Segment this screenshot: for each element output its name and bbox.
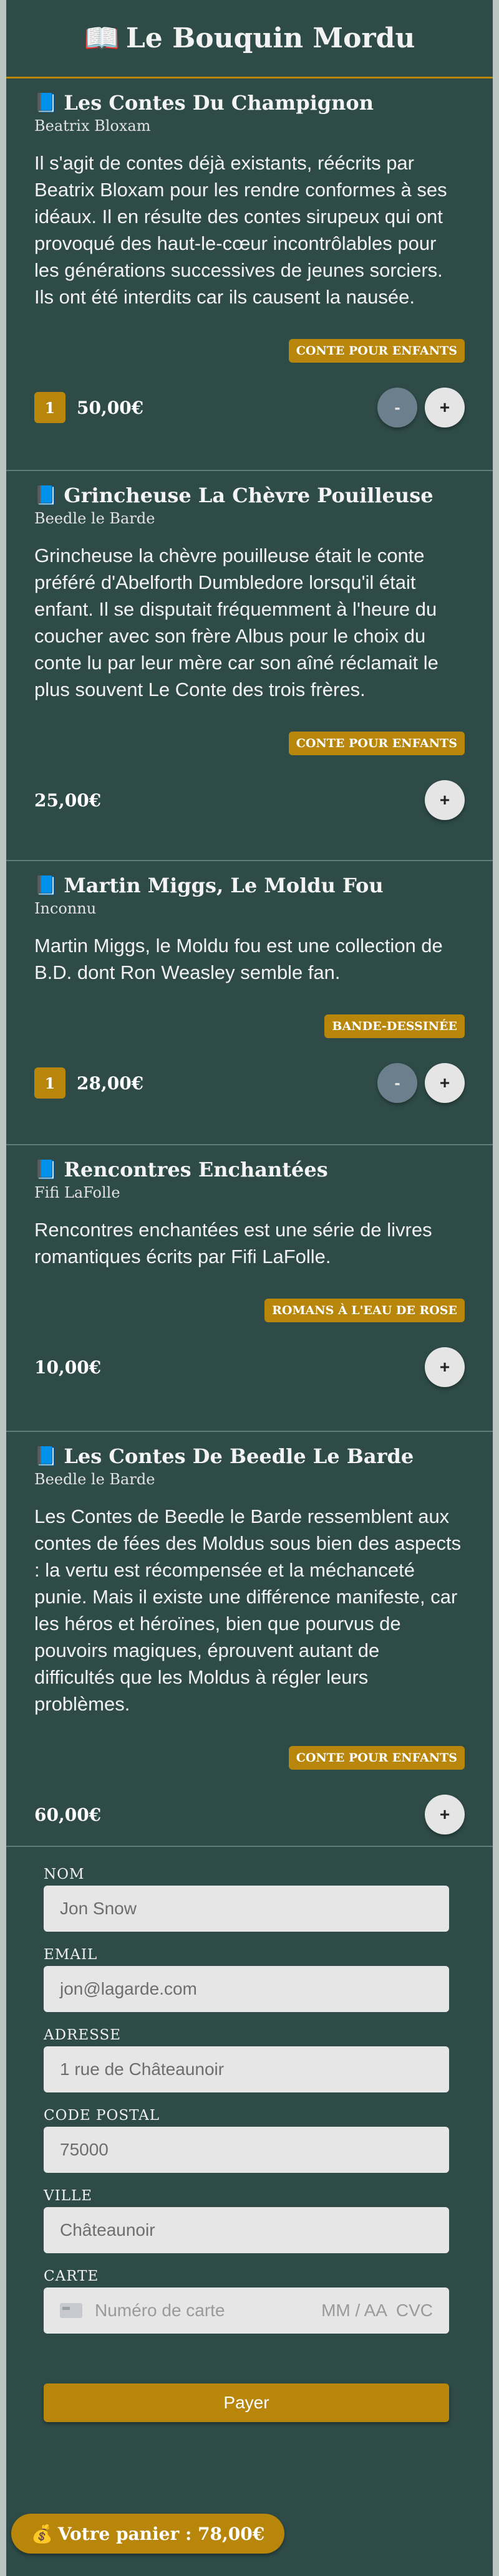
name-field[interactable]: Jon Snow [44,1886,449,1932]
app-title: Le Bouquin Mordu [125,22,415,54]
name-label: NOM [44,1866,85,1882]
product-description: Rencontres enchantées est une série de l… [34,1219,432,1267]
open-book-icon: 📖 [84,22,120,54]
product-description: Grincheuse la chèvre pouilleuse était le… [34,545,438,700]
category-tag: BANDE-DESSINÉE [324,1014,465,1038]
product-price: 10,00€ [34,1357,102,1378]
category-tag: CONTE POUR ENFANTS [288,732,465,755]
address-field[interactable]: 1 rue de Châteaunoir [44,2046,449,2092]
product-price: 28,00€ [77,1072,144,1094]
quantity-badge: 1 [34,392,65,423]
add-to-cart-button[interactable]: + [425,1347,465,1387]
quantity-badge: 1 [34,1067,65,1099]
cart-total-button[interactable]: 💰 Votre panier : 78,00€ [11,2514,285,2554]
product-author: Beedle le Barde [34,510,155,527]
product-price: 25,00€ [34,789,102,811]
product-title: Les Contes De Beedle Le Barde [64,1444,414,1468]
add-to-cart-button[interactable]: + [425,1063,465,1103]
address-label: ADRESSE [44,2027,122,2043]
app-container: 📖 Le Bouquin Mordu 📘 Les Contes Du Champ… [6,0,493,2576]
money-bag-icon: 💰 [31,2523,53,2544]
product-card: 📘 Grincheuse La Chèvre Pouilleuse Beedle… [6,471,493,861]
product-title-row: 📘 Rencontres Enchantées [34,1158,465,1181]
product-price: 60,00€ [34,1804,102,1825]
product-title-row: 📘 Les Contes De Beedle Le Barde [34,1444,465,1468]
product-card: 📘 Les Contes De Beedle Le Barde Beedle l… [6,1432,493,1847]
credit-card-icon [60,2303,82,2318]
product-price: 50,00€ [77,397,144,418]
card-cvc-input[interactable]: CVC [396,2301,433,2321]
add-to-cart-button[interactable]: + [425,388,465,427]
product-title: Grincheuse La Chèvre Pouilleuse [64,484,434,507]
postal-code-field[interactable]: 75000 [44,2127,449,2173]
product-title-row: 📘 Grincheuse La Chèvre Pouilleuse [34,484,465,507]
add-to-cart-button[interactable]: + [425,780,465,820]
city-label: VILLE [44,2188,93,2204]
product-author: Beatrix Bloxam [34,117,151,135]
city-field[interactable]: Châteaunoir [44,2207,449,2253]
product-description: Les Contes de Beedle le Barde ressemblen… [34,1505,462,1715]
product-description: Il s'agit de contes déjà existants, rééc… [34,152,447,308]
product-card: 📘 Martin Miggs, Le Moldu Fou Inconnu Mar… [6,861,493,1145]
product-author: Inconnu [34,900,97,917]
product-card: 📘 Rencontres Enchantées Fifi LaFolle Ren… [6,1145,493,1432]
category-tag: CONTE POUR ENFANTS [288,1746,465,1770]
add-to-cart-button[interactable]: + [425,1795,465,1834]
pay-button[interactable]: Payer [44,2383,449,2422]
product-author: Fifi LaFolle [34,1184,120,1201]
category-tag: ROMANS À L'EAU DE ROSE [264,1299,465,1322]
product-title: Les Contes Du Champignon [64,91,374,115]
book-icon: 📘 [34,874,58,897]
checkout-form: NOM Jon Snow EMAIL jon@lagarde.com ADRES… [44,1866,449,2349]
book-icon: 📘 [34,484,58,507]
product-title-row: 📘 Les Contes Du Champignon [34,91,465,115]
category-tag: CONTE POUR ENFANTS [288,339,465,363]
app-header: 📖 Le Bouquin Mordu [6,0,493,79]
book-icon: 📘 [34,92,58,114]
email-label: EMAIL [44,1947,98,1963]
product-title: Rencontres Enchantées [64,1158,328,1181]
product-title-row: 📘 Martin Miggs, Le Moldu Fou [34,874,465,897]
product-description: Martin Miggs, le Moldu fou est une colle… [34,935,443,983]
card-field[interactable]: Numéro de carte MM / AA CVC [44,2287,449,2334]
postal-code-label: CODE POSTAL [44,2107,160,2124]
card-number-input[interactable]: Numéro de carte [95,2301,225,2321]
cart-total-label: Votre panier : 78,00€ [57,2523,265,2544]
email-field[interactable]: jon@lagarde.com [44,1966,449,2012]
product-author: Beedle le Barde [34,1471,155,1488]
remove-from-cart-button[interactable]: - [377,1063,417,1103]
book-icon: 📘 [34,1158,58,1181]
book-icon: 📘 [34,1445,58,1467]
remove-from-cart-button[interactable]: - [377,388,417,427]
product-card: 📘 Les Contes Du Champignon Beatrix Bloxa… [6,79,493,471]
card-label: CARTE [44,2268,99,2284]
product-title: Martin Miggs, Le Moldu Fou [64,874,384,897]
card-expiry-input[interactable]: MM / AA [321,2301,387,2321]
